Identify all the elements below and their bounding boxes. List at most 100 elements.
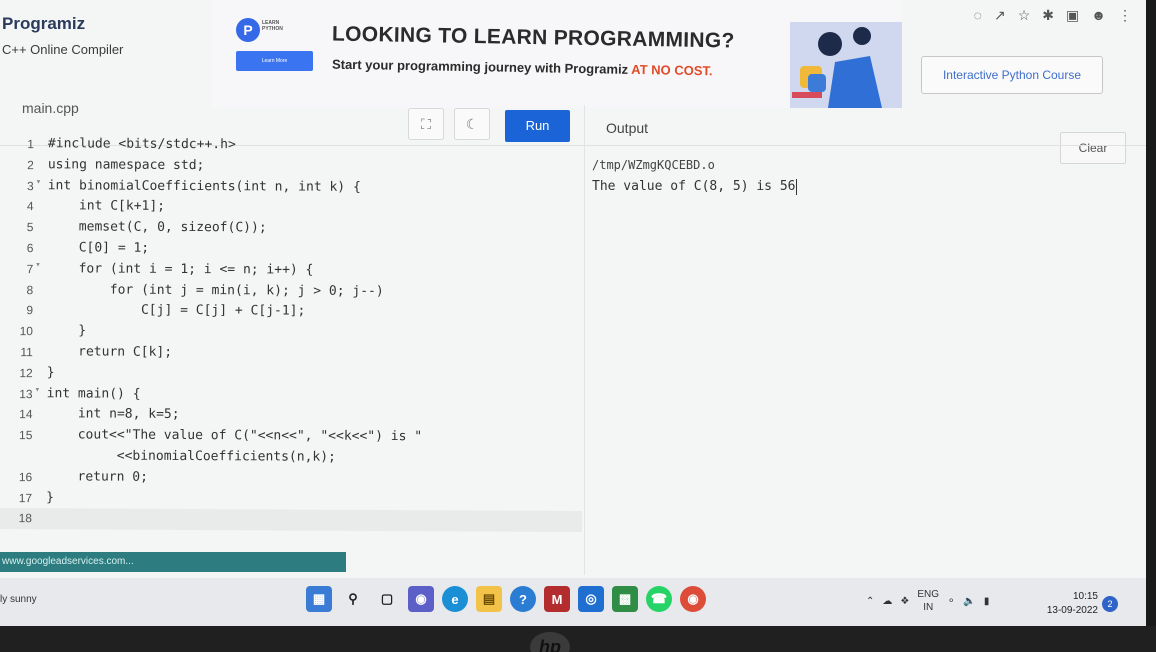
- line-number: 12: [19, 365, 33, 380]
- file-tab-main-cpp[interactable]: main.cpp: [22, 100, 79, 116]
- code-text: return 0;: [46, 468, 148, 485]
- code-text: }: [46, 365, 55, 381]
- output-result: The value of C(8, 5) is 56: [592, 176, 797, 198]
- teams-chat-icon[interactable]: ◉: [408, 586, 434, 612]
- brand-title[interactable]: Programiz: [2, 14, 123, 34]
- line-number: 14: [19, 407, 33, 422]
- menu-kebab-icon[interactable]: ⋮: [1118, 8, 1132, 22]
- line-number: 13: [19, 386, 33, 401]
- ad-tagline-highlight: AT NO COST.: [631, 61, 713, 79]
- clear-button[interactable]: Clear: [1060, 132, 1126, 164]
- weather-widget[interactable]: ly sunny: [0, 594, 37, 605]
- lang-top: ENG: [917, 589, 940, 600]
- task-view-icon[interactable]: ▢: [374, 586, 400, 612]
- code-text: int binomialCoefficients(int n, int k) {: [47, 177, 361, 195]
- extensions-icon[interactable]: ✱: [1042, 8, 1054, 22]
- output-caret: [795, 178, 797, 195]
- battery-icon[interactable]: ▮: [984, 596, 990, 607]
- ad-banner[interactable]: P LEARN PYTHON Learn More LOOKING TO LEA…: [212, 0, 902, 108]
- screen: ◌ ↗ ☆ ✱ ▣ ☻ ⋮ Programiz C++ Online Compi…: [0, 0, 1146, 626]
- output-console: /tmp/WZmgKQCEBD.o The value of C(8, 5) i…: [592, 154, 797, 198]
- office-icon[interactable]: ▩: [612, 586, 638, 612]
- ad-logo-text: LEARN PYTHON: [262, 20, 283, 32]
- code-text: cout<<"The value of C("<<n<<", "<<k<<") …: [46, 427, 423, 445]
- line-number: 7: [26, 261, 34, 276]
- output-binary-path: /tmp/WZmgKQCEBD.o: [592, 158, 715, 172]
- eye-off-icon[interactable]: ◌: [974, 8, 982, 22]
- line-number: 15: [19, 428, 33, 443]
- code-text: for (int j = min(i, k); j > 0; j--): [47, 281, 384, 299]
- file-explorer-icon[interactable]: ▤: [476, 586, 502, 612]
- language-indicator[interactable]: ENG IN: [917, 588, 939, 614]
- ad-headline: LOOKING TO LEARN PROGRAMMING?: [331, 22, 735, 53]
- code-text: #include <bits/stdc++.h>: [47, 136, 236, 153]
- output-result-text: The value of C(8, 5) is 56: [592, 179, 796, 194]
- code-text: }: [46, 489, 54, 505]
- ad-tagline: Start your programming journey with Prog…: [332, 57, 713, 79]
- code-text: return C[k];: [46, 344, 173, 360]
- whatsapp-icon[interactable]: ☎: [646, 586, 672, 612]
- edge-browser-icon[interactable]: e: [442, 586, 468, 612]
- taskbar-apps: ▦ ⚲ ▢ ◉ e ▤ ? M ◎ ▩ ☎ ◉: [306, 586, 706, 612]
- ad-illustration: [790, 22, 902, 108]
- code-text: int n=8, k=5;: [46, 406, 180, 423]
- moon-icon: ☾: [465, 115, 479, 132]
- ad-learn-more-button[interactable]: Learn More: [236, 51, 313, 71]
- fold-toggle-icon[interactable]: ▾: [35, 385, 40, 395]
- code-text: for (int i = 1; i <= n; i++) {: [47, 261, 314, 278]
- ad-tagline-start: Start your programming journey with Prog…: [331, 56, 632, 77]
- dropbox-icon[interactable]: ❖: [900, 596, 909, 607]
- store-icon[interactable]: ◎: [578, 586, 604, 612]
- line-number: 3: [27, 178, 34, 193]
- code-text: memset(C, 0, sizeof(C));: [47, 219, 267, 236]
- code-text: }: [46, 323, 87, 339]
- line-number: 5: [26, 220, 34, 235]
- line-number: 6: [26, 241, 34, 256]
- clock-date: 13-09-2022: [1046, 605, 1098, 616]
- help-icon[interactable]: ?: [510, 586, 536, 612]
- chevron-up-icon[interactable]: ⌃: [866, 596, 874, 607]
- wifi-icon[interactable]: ⚬: [947, 596, 955, 607]
- pane-divider[interactable]: [584, 105, 585, 575]
- line-number: 8: [26, 282, 34, 297]
- code-text: int C[k+1];: [47, 198, 166, 215]
- chrome-icon[interactable]: ◉: [680, 586, 706, 612]
- share-icon[interactable]: ↗: [994, 8, 1006, 22]
- editor-toolbar: ⛶ ☾: [408, 108, 490, 140]
- sidepanel-icon[interactable]: ▣: [1066, 8, 1079, 22]
- brand-subtitle: C++ Online Compiler: [2, 42, 124, 57]
- line-number: 1: [27, 137, 34, 152]
- lang-bottom: IN: [923, 602, 934, 613]
- interactive-python-course-button[interactable]: Interactive Python Course: [921, 56, 1103, 94]
- cloud-icon[interactable]: ☁: [882, 596, 892, 607]
- clock[interactable]: 10:15 13-09-2022: [1040, 590, 1098, 618]
- code-text: int main() {: [46, 385, 141, 402]
- code-text: C[0] = 1;: [47, 240, 150, 256]
- line-number: 18: [18, 511, 33, 526]
- code-text: using namespace std;: [47, 157, 205, 173]
- start-windows-icon[interactable]: ▦: [306, 586, 332, 612]
- profile-avatar-icon[interactable]: ☻: [1091, 8, 1106, 22]
- code-text: C[j] = C[j] + C[j-1];: [47, 302, 306, 319]
- code-text: <<binomialCoefficients(n,k);: [46, 448, 336, 465]
- line-number: 4: [26, 199, 34, 214]
- line-number: 10: [19, 324, 34, 339]
- notification-badge[interactable]: 2: [1102, 596, 1118, 612]
- theme-toggle-button[interactable]: ☾: [454, 108, 490, 140]
- status-bar-link: www.googleadservices.com...: [0, 552, 346, 572]
- code-editor[interactable]: 1 #include <bits/stdc++.h> 2 using namespac…: [0, 134, 584, 533]
- code-line[interactable]: 18: [0, 508, 583, 533]
- clock-time: 10:15: [1072, 591, 1098, 602]
- volume-icon[interactable]: 🔈: [963, 596, 975, 607]
- fold-toggle-icon[interactable]: ▾: [36, 177, 41, 187]
- line-number: 9: [26, 303, 34, 318]
- line-number: 17: [18, 490, 33, 505]
- mcafee-icon[interactable]: M: [544, 586, 570, 612]
- search-icon[interactable]: ⚲: [340, 586, 366, 612]
- browser-toolbar: ◌ ↗ ☆ ✱ ▣ ☻ ⋮: [905, 0, 1146, 30]
- fold-toggle-icon[interactable]: ▾: [35, 260, 40, 270]
- line-number: 11: [20, 345, 33, 360]
- line-number: 16: [18, 469, 33, 484]
- brand[interactable]: Programiz C++ Online Compiler: [2, 14, 123, 57]
- bookmark-star-icon[interactable]: ☆: [1018, 8, 1031, 22]
